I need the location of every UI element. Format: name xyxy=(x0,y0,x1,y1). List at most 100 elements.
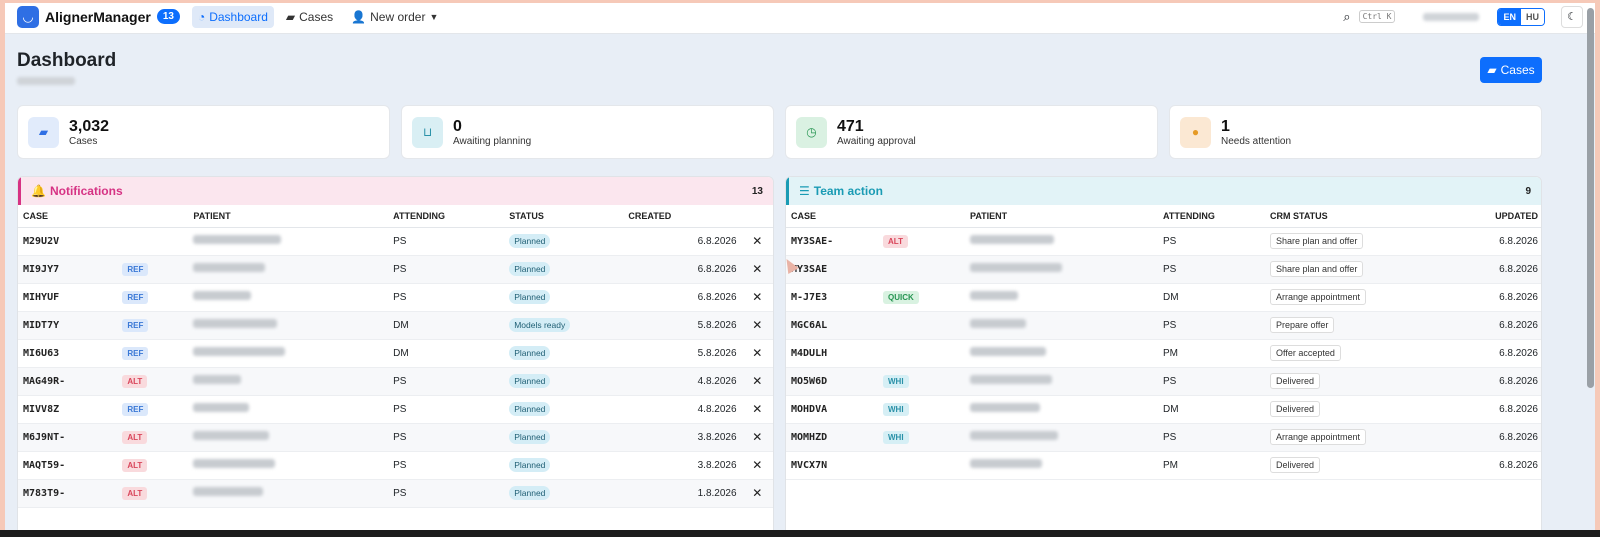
case-code[interactable]: MY3SAE- xyxy=(791,236,833,247)
table-row[interactable]: MY3SAE- ALT PS Share plan and offer 6.8.2026 xyxy=(786,227,1541,256)
table-row[interactable]: M29U2V PS Planned 6.8.2026 ✕ xyxy=(18,227,773,256)
updated-cell: 6.8.2026 xyxy=(1435,311,1541,340)
table-row[interactable]: MY3SAE PS Share plan and offer 6.8.2026 xyxy=(786,255,1541,284)
column-header[interactable]: ATTENDING xyxy=(1158,205,1265,228)
table-row[interactable]: MI9JY7 REF PS Planned 6.8.2026 ✕ xyxy=(18,255,773,284)
case-tag-badge: ALT xyxy=(122,458,148,472)
close-icon[interactable]: ✕ xyxy=(752,430,762,444)
close-icon[interactable]: ✕ xyxy=(752,318,762,332)
column-header[interactable]: ATTENDING xyxy=(388,205,505,228)
case-code[interactable]: M4DULH xyxy=(791,348,827,359)
stat-card-needs-attention[interactable]: ● 1 Needs attention xyxy=(1169,105,1542,159)
cases-button[interactable]: ▰ Cases xyxy=(1480,57,1542,83)
case-code[interactable]: MAQT59- xyxy=(23,460,65,471)
status-badge: Planned xyxy=(509,234,551,248)
table-row[interactable]: MAQT59- ALT PS Planned 3.8.2026 ✕ xyxy=(18,451,773,480)
lang-hu-button[interactable]: HU xyxy=(1521,8,1544,25)
created-cell: 4.8.2026 xyxy=(623,367,742,396)
vertical-scrollbar[interactable] xyxy=(1587,8,1594,388)
close-icon[interactable]: ✕ xyxy=(752,486,762,500)
case-code[interactable]: MIVV8Z xyxy=(23,404,59,415)
nav-new-order[interactable]: 👤 New order ▼ xyxy=(345,6,444,28)
table-row[interactable]: MIHYUF REF PS Planned 6.8.2026 ✕ xyxy=(18,283,773,312)
close-icon[interactable]: ✕ xyxy=(752,234,762,248)
user-plus-icon: 👤 xyxy=(351,9,367,24)
case-cell: MIDT7Y xyxy=(18,311,118,340)
crm-status-badge: Delivered xyxy=(1270,373,1321,389)
stat-card-awaiting-approval[interactable]: ◷ 471 Awaiting approval xyxy=(785,105,1158,159)
case-code[interactable]: MOHDVA xyxy=(791,404,827,415)
brand-logo-icon[interactable]: ◡ xyxy=(17,5,39,28)
case-code[interactable]: MIDT7Y xyxy=(23,320,59,331)
stat-card-awaiting-planning[interactable]: ⊔ 0 Awaiting planning xyxy=(401,105,774,159)
table-row[interactable]: MGC6AL PS Prepare offer 6.8.2026 xyxy=(786,311,1541,340)
top-navbar: ◡ AlignerManager 13 ◔ Dashboard ▰ Cases … xyxy=(0,0,1600,34)
nav-cases[interactable]: ▰ Cases xyxy=(280,6,339,28)
case-code[interactable]: MIHYUF xyxy=(23,292,59,303)
table-row[interactable]: MAG49R- ALT PS Planned 4.8.2026 ✕ xyxy=(18,367,773,396)
close-icon[interactable]: ✕ xyxy=(752,374,762,388)
theme-toggle-button[interactable]: ☾ xyxy=(1561,5,1583,28)
column-header[interactable]: PATIENT xyxy=(188,205,389,228)
table-row[interactable]: MOMHZD WHI PS Arrange appointment 6.8.2026 xyxy=(786,423,1541,452)
case-code[interactable]: M29U2V xyxy=(23,236,59,247)
column-header[interactable]: STATUS xyxy=(504,205,624,228)
close-icon[interactable]: ✕ xyxy=(752,262,762,276)
tag-cell: ALT xyxy=(117,367,189,396)
table-row[interactable]: M-J7E3 QUICK DM Arrange appointment 6.8.2026 xyxy=(786,283,1541,312)
case-code[interactable]: M-J7E3 xyxy=(791,292,827,303)
notifications-table: CASE PATIENT ATTENDING STATUS CREATED M2… xyxy=(18,205,773,508)
brand-name[interactable]: AlignerManager xyxy=(45,9,151,25)
column-header[interactable]: UPDATED xyxy=(1435,205,1541,228)
team-action-panel: ☰ Team action 9 CASE PATIENT ATTENDING C… xyxy=(785,176,1542,537)
stat-value: 0 xyxy=(453,117,462,135)
close-icon[interactable]: ✕ xyxy=(752,402,762,416)
case-code[interactable]: MO5W6D xyxy=(791,376,827,387)
column-header[interactable]: CASE xyxy=(18,205,118,228)
table-row[interactable]: MOHDVA WHI DM Delivered 6.8.2026 xyxy=(786,395,1541,424)
attending-cell: PS xyxy=(1158,255,1265,284)
case-cell: M783T9- xyxy=(18,479,118,508)
tag-cell: REF xyxy=(117,339,189,368)
column-header[interactable]: PATIENT xyxy=(965,205,1158,228)
tag-cell xyxy=(878,451,965,480)
tag-cell: REF xyxy=(117,283,189,312)
case-cell: M-J7E3 xyxy=(786,283,878,312)
case-code[interactable]: MOMHZD xyxy=(791,432,827,443)
table-row[interactable]: M783T9- ALT PS Planned 1.8.2026 ✕ xyxy=(18,479,773,508)
close-icon[interactable]: ✕ xyxy=(752,346,762,360)
table-row[interactable]: MI6U63 REF DM Planned 5.8.2026 ✕ xyxy=(18,339,773,368)
case-tag-badge: REF xyxy=(122,290,149,304)
stat-label: Awaiting approval xyxy=(837,135,916,147)
team-action-count: 9 xyxy=(1525,185,1531,197)
case-code[interactable]: M6J9NT- xyxy=(23,432,65,443)
case-code[interactable]: MI6U63 xyxy=(23,348,59,359)
column-header[interactable]: CREATED xyxy=(623,205,742,228)
case-code[interactable]: MI9JY7 xyxy=(23,264,59,275)
table-row[interactable]: MIVV8Z REF PS Planned 4.8.2026 ✕ xyxy=(18,395,773,424)
nav-dashboard[interactable]: ◔ Dashboard xyxy=(191,5,274,28)
status-cell: Planned xyxy=(504,451,624,480)
table-row[interactable]: MVCX7N PM Delivered 6.8.2026 xyxy=(786,451,1541,480)
case-code[interactable]: M783T9- xyxy=(23,488,65,499)
case-cell: MI6U63 xyxy=(18,339,118,368)
attending-cell: DM xyxy=(1158,283,1265,312)
case-code[interactable]: MVCX7N xyxy=(791,460,827,471)
case-code[interactable]: MAG49R- xyxy=(23,376,65,387)
stat-card-cases[interactable]: ▰ 3,032 Cases xyxy=(17,105,390,159)
table-row[interactable]: MO5W6D WHI PS Delivered 6.8.2026 xyxy=(786,367,1541,396)
table-row[interactable]: M6J9NT- ALT PS Planned 3.8.2026 ✕ xyxy=(18,423,773,452)
lang-en-button[interactable]: EN xyxy=(1498,8,1521,25)
case-code[interactable]: MGC6AL xyxy=(791,320,827,331)
search-icon[interactable]: ⌕ xyxy=(1343,9,1350,25)
status-cell: Models ready xyxy=(504,311,624,340)
table-row[interactable]: MIDT7Y REF DM Models ready 5.8.2026 ✕ xyxy=(18,311,773,340)
user-menu[interactable] xyxy=(1423,12,1480,21)
close-icon[interactable]: ✕ xyxy=(752,290,762,304)
column-header[interactable]: CASE xyxy=(786,205,878,228)
column-header[interactable]: CRM STATUS xyxy=(1265,205,1435,228)
table-row[interactable]: M4DULH PM Offer accepted 6.8.2026 xyxy=(786,339,1541,368)
case-tag-badge: REF xyxy=(122,402,149,416)
close-icon[interactable]: ✕ xyxy=(752,458,762,472)
updated-cell: 6.8.2026 xyxy=(1435,423,1541,452)
